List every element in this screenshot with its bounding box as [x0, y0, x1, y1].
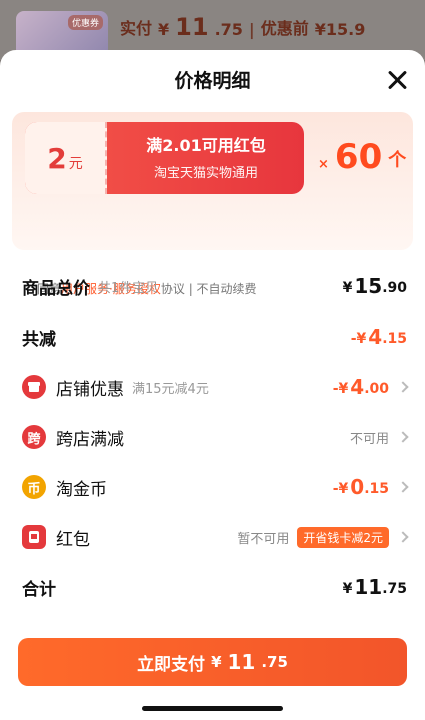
reduction-dec: .15 [382, 331, 407, 347]
close-icon[interactable] [387, 70, 407, 90]
coupon-subtitle: 淘宝天猫实物通用 [153, 166, 258, 181]
row-red-packet[interactable]: 红包 暂不可用 开省钱卡减2元 [0, 512, 425, 562]
coupon-count: × 60 个 [318, 137, 407, 177]
red-packet-status: 暂不可用 [237, 531, 290, 547]
red-packet-icon [22, 525, 46, 549]
paid-int: 11 [175, 13, 209, 41]
pay-int: 11 [227, 650, 256, 674]
coupon-unit: 元 [68, 156, 83, 172]
paid-summary: 实付 ¥ 11 .75 | 优惠前 ¥15.9 [120, 15, 365, 39]
coupon-amount-block: 2 元 [25, 122, 107, 194]
header-separator: | [248, 20, 255, 39]
coin-icon: 币 [22, 475, 46, 499]
row-total-reduction: 共减 - ¥ 4 .15 [0, 312, 425, 362]
reduction-price: - ¥ 4 .15 [351, 327, 407, 347]
reduction-yen: ¥ [356, 331, 367, 347]
price-detail-sheet: 价格明细 2 元 满2.01可用红包 淘宝天猫实物通用 × 60 个 同意用户服… [0, 50, 425, 720]
paid-dec: .75 [214, 20, 243, 39]
sheet-title: 价格明细 [174, 70, 251, 92]
total-price: ¥ 15 .90 [343, 276, 407, 296]
taojinbi-price: - ¥ 0 .15 [333, 477, 389, 497]
thumbnail-badge: 优惠券 [67, 15, 103, 30]
red-packet-value: 暂不可用 开省钱卡减2元 [237, 526, 409, 548]
store-icon-glyph [28, 382, 40, 392]
pay-now-button[interactable]: 立即支付 ¥ 11 .75 [18, 638, 407, 686]
row-taojinbi[interactable]: 币 淘金币 - ¥ 0 .15 [0, 462, 425, 512]
saving-card-tag[interactable]: 开省钱卡减2元 [297, 526, 389, 548]
chevron-right-icon [397, 431, 409, 443]
red-packet-promo: 2 元 满2.01可用红包 淘宝天猫实物通用 × 60 个 同意用户服务·服务授… [12, 112, 413, 296]
store-int: 4 [350, 375, 365, 399]
chevron-right-icon [397, 531, 409, 543]
red-packet-glyph [29, 531, 39, 543]
reduction-label: 共减 [22, 329, 56, 350]
row-cross-store[interactable]: 跨 跨店满减 不可用 [0, 412, 425, 462]
coupon-count-unit: 个 [388, 150, 407, 171]
coupon-title: 满2.01可用红包 [146, 136, 266, 155]
original-price: ¥15.9 [314, 20, 366, 39]
sum-int: 11 [354, 575, 383, 599]
coupon-amount: 2 [47, 141, 67, 175]
sum-price: ¥ 11 .75 [343, 577, 407, 597]
taojinbi-label: 淘金币 [56, 479, 107, 500]
paid-currency: ¥ [158, 20, 170, 39]
taojinbi-int: 0 [350, 475, 365, 499]
store-discount-hint: 满15元减4元 [132, 381, 209, 397]
total-hint: 共1件宝贝 [98, 280, 159, 296]
home-indicator [142, 706, 283, 711]
total-yen: ¥ [342, 280, 353, 296]
store-discount-value: - ¥ 4 .00 [333, 377, 409, 397]
multiply-sign: × [318, 157, 329, 172]
store-discount-label: 店铺优惠 [56, 379, 124, 400]
cross-store-icon: 跨 [22, 425, 46, 449]
store-icon [22, 375, 46, 399]
pay-dec: .75 [261, 653, 288, 671]
chevron-right-icon [397, 481, 409, 493]
row-sum: 合计 ¥ 11 .75 [0, 562, 425, 612]
reduction-value: - ¥ 4 .15 [351, 327, 407, 347]
price-rows: 商品总价 共1件宝贝 ¥ 15 .90 共减 - ¥ 4 .15 店铺优惠 满1… [0, 260, 425, 612]
paid-label: 实付 [120, 19, 153, 38]
chevron-right-icon [397, 381, 409, 393]
taojinbi-dec: .15 [364, 481, 389, 497]
cross-store-label: 跨店满减 [56, 429, 124, 450]
pay-now-label: 立即支付 [137, 654, 206, 675]
row-total-price: 商品总价 共1件宝贝 ¥ 15 .90 [0, 260, 425, 312]
total-label: 商品总价 [22, 278, 90, 299]
total-dec: .90 [382, 280, 407, 296]
red-packet-label: 红包 [56, 529, 90, 550]
store-discount-price: - ¥ 4 .00 [333, 377, 389, 397]
coupon-count-number: 60 [334, 137, 383, 177]
row-store-discount[interactable]: 店铺优惠 满15元减4元 - ¥ 4 .00 [0, 362, 425, 412]
store-yen: ¥ [338, 381, 349, 397]
sum-dec: .75 [382, 581, 407, 597]
original-label: 优惠前 [260, 19, 309, 38]
total-value: ¥ 15 .90 [343, 276, 407, 296]
sum-value: ¥ 11 .75 [343, 577, 407, 597]
reduction-int: 4 [368, 325, 383, 349]
sum-label: 合计 [22, 579, 56, 600]
coupon-card[interactable]: 2 元 满2.01可用红包 淘宝天猫实物通用 [25, 122, 304, 194]
taojinbi-value: - ¥ 0 .15 [333, 477, 409, 497]
total-int: 15 [354, 274, 383, 298]
cross-store-status: 不可用 [349, 431, 389, 447]
store-dec: .00 [364, 381, 389, 397]
pay-yen: ¥ [211, 653, 222, 671]
screen: 优惠券 实付 ¥ 11 .75 | 优惠前 ¥15.9 价格明细 2 元 满2.… [0, 0, 425, 720]
cross-store-value: 不可用 [349, 428, 409, 447]
sum-yen: ¥ [342, 581, 353, 597]
taojinbi-yen: ¥ [338, 481, 349, 497]
coupon-text: 满2.01可用红包 淘宝天猫实物通用 [121, 132, 291, 181]
